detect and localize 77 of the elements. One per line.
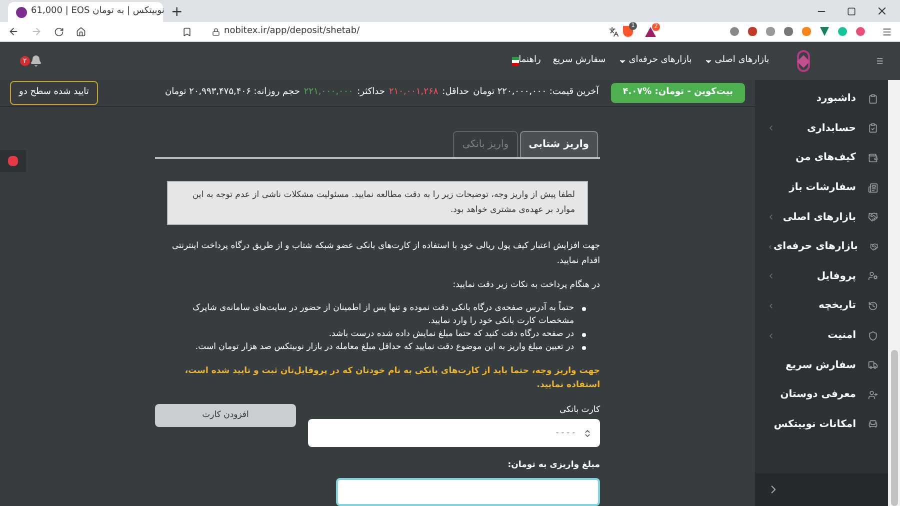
max-price-value: ۲۲۱,۰۰۰,۰۰۰ bbox=[304, 86, 354, 100]
nav-link[interactable]: بازارهای اصلی bbox=[704, 54, 770, 68]
user-gear-icon bbox=[868, 271, 878, 282]
sidebar-item[interactable]: داشبورد bbox=[755, 84, 888, 114]
user-plus-icon bbox=[868, 390, 878, 400]
sidebar-item[interactable]: کیف‌های من bbox=[755, 143, 888, 173]
chevron-icon bbox=[767, 213, 775, 222]
notice-message: لطفا پیش از واریز وجه، توضیحات زیر را به دقت مطالعه نمایید. مسئولیت مشکلات ناشی از عدم توجه به این موارد بر عهده‌ی مشتری خواهد بود. bbox=[167, 180, 588, 225]
daily-volume-text: حجم روزانه: ۲۰,۹۹۳,۴۷۵,۴۰۶ تومان bbox=[164, 86, 300, 100]
close-icon[interactable] bbox=[876, 5, 888, 17]
chevron-icon bbox=[767, 272, 775, 280]
clipboard-check-icon bbox=[868, 123, 878, 134]
back-icon[interactable] bbox=[8, 26, 19, 37]
sidebar-item[interactable]: سفارش سریع bbox=[755, 350, 888, 380]
nav-link[interactable]: راهنما bbox=[518, 54, 541, 68]
sidebar-item[interactable]: حسابداری bbox=[755, 114, 888, 144]
clipboard-icon bbox=[868, 94, 878, 104]
wallet-icon bbox=[868, 152, 878, 163]
tips-heading: در هنگام پرداخت به نکات زیر دقت نمایید: bbox=[452, 278, 600, 292]
tip-text: در تعیین مبلغ واریز به این موضوع دقت نمایید که حداقل مبلغ معامله در بازار نوبیتکس صد هزار تومان است. bbox=[155, 340, 586, 354]
tip-text: حتماً به آدرس صفحه‌ی درگاه بانکی دقت نموده و تنها پس از اطمینان از حضور در سایت‌های سامانه‌ی شاپرک مشخصات کارت بانکی خود را وارد نمایید. bbox=[155, 302, 586, 328]
site-logo-icon[interactable] bbox=[797, 50, 810, 72]
bookmark-icon[interactable] bbox=[182, 26, 192, 36]
newspaper-icon bbox=[868, 182, 878, 193]
sidebar-item[interactable]: بازارهای اصلی bbox=[755, 202, 888, 232]
sidebar-item[interactable]: پروفایل bbox=[755, 262, 888, 292]
nav-link[interactable]: سفارش سریع bbox=[552, 54, 606, 68]
maximize-icon[interactable] bbox=[847, 6, 856, 16]
nav-link[interactable]: بازارهای حرفه‌ای bbox=[618, 54, 692, 68]
amount-input[interactable] bbox=[336, 478, 600, 506]
site-logo-icon bbox=[16, 6, 27, 18]
sidebar-item[interactable]: سفارشات باز bbox=[755, 172, 888, 202]
reload-icon[interactable] bbox=[54, 26, 64, 36]
sidebar-item[interactable]: تاریخچه bbox=[755, 291, 888, 321]
new-tab-button[interactable]: + bbox=[171, 5, 183, 19]
sidebar-item[interactable]: امنیت bbox=[755, 320, 888, 350]
history-icon bbox=[868, 300, 878, 311]
warning-text: جهت واریز وجه، حتما باید از کارت‌های بانکی به نام خودتان که در پروفایل‌تان ثبت و تایید شده است، استفاده نمایید. bbox=[184, 364, 600, 392]
flag-icon[interactable] bbox=[512, 56, 519, 66]
fox-extension-icon[interactable] bbox=[802, 27, 811, 36]
sidebar-item[interactable]: معرفی دوستان bbox=[755, 380, 888, 410]
translate-icon[interactable] bbox=[609, 26, 619, 36]
chevron-icon bbox=[767, 302, 775, 310]
lock-icon bbox=[212, 28, 220, 36]
sidebar-item[interactable]: بازارهای حرفه‌ای bbox=[755, 232, 888, 262]
chevron-icon bbox=[767, 124, 775, 132]
field-label: کارت بانکی bbox=[558, 404, 600, 416]
max-label: حداکثر: bbox=[357, 86, 385, 100]
url-text: nobitex.ir/app/deposit/shetab/ bbox=[224, 24, 360, 38]
home-icon[interactable] bbox=[76, 26, 86, 36]
bullet-icon bbox=[582, 332, 586, 336]
tip-text: در صفحه درگاه دقت کنید که حتما مبلغ نمایش داده شده درست باشد. bbox=[155, 328, 586, 340]
last-price-text: آخرین قیمت: ۲۲۰,۰۰۰,۰۰۰ تومان bbox=[473, 86, 599, 100]
field-label: مبلغ واریزی به تومان: bbox=[506, 459, 600, 472]
sidebar-item[interactable]: امکانات نوبیتکس bbox=[755, 410, 888, 440]
min-price-value: ۲۱۰,۰۰۱,۲۶۸ bbox=[388, 86, 438, 100]
menu-icon[interactable] bbox=[882, 26, 892, 36]
verification-level-badge: تایید شده سطح دو bbox=[10, 81, 98, 105]
min-label: حداقل: bbox=[442, 86, 470, 100]
bullet-icon bbox=[582, 306, 586, 310]
floating-button[interactable] bbox=[0, 150, 26, 172]
bank-card-select[interactable]: - - - - bbox=[308, 419, 600, 448]
bell-icon[interactable] bbox=[30, 55, 42, 67]
add-card-button[interactable]: افزودن کارت bbox=[155, 404, 296, 428]
bullet-icon bbox=[582, 346, 586, 350]
armchair-icon bbox=[868, 419, 878, 430]
intro-text: جهت افزایش اعتبار کیف پول ریالی خود با استفاده از کارت‌های بانکی عضو شبکه شتاب و از طریق درگاه پرداخت اینترنتی اقدام نمایید. bbox=[170, 240, 600, 268]
handshake-icon bbox=[868, 212, 878, 222]
tab-title: 61,000 | EOS نوبیتکس | به تومان bbox=[31, 5, 164, 18]
select-arrows-icon bbox=[583, 428, 592, 438]
browser-tab[interactable]: 61,000 | EOS نوبیتکس | به تومان bbox=[8, 2, 163, 22]
truck-icon bbox=[868, 360, 878, 370]
shield-icon bbox=[868, 330, 878, 341]
chevron-icon bbox=[767, 242, 774, 251]
deposit-tab[interactable]: واریز شتابی bbox=[520, 130, 598, 157]
handshake-icon bbox=[870, 242, 878, 252]
chevron-icon bbox=[767, 332, 775, 340]
